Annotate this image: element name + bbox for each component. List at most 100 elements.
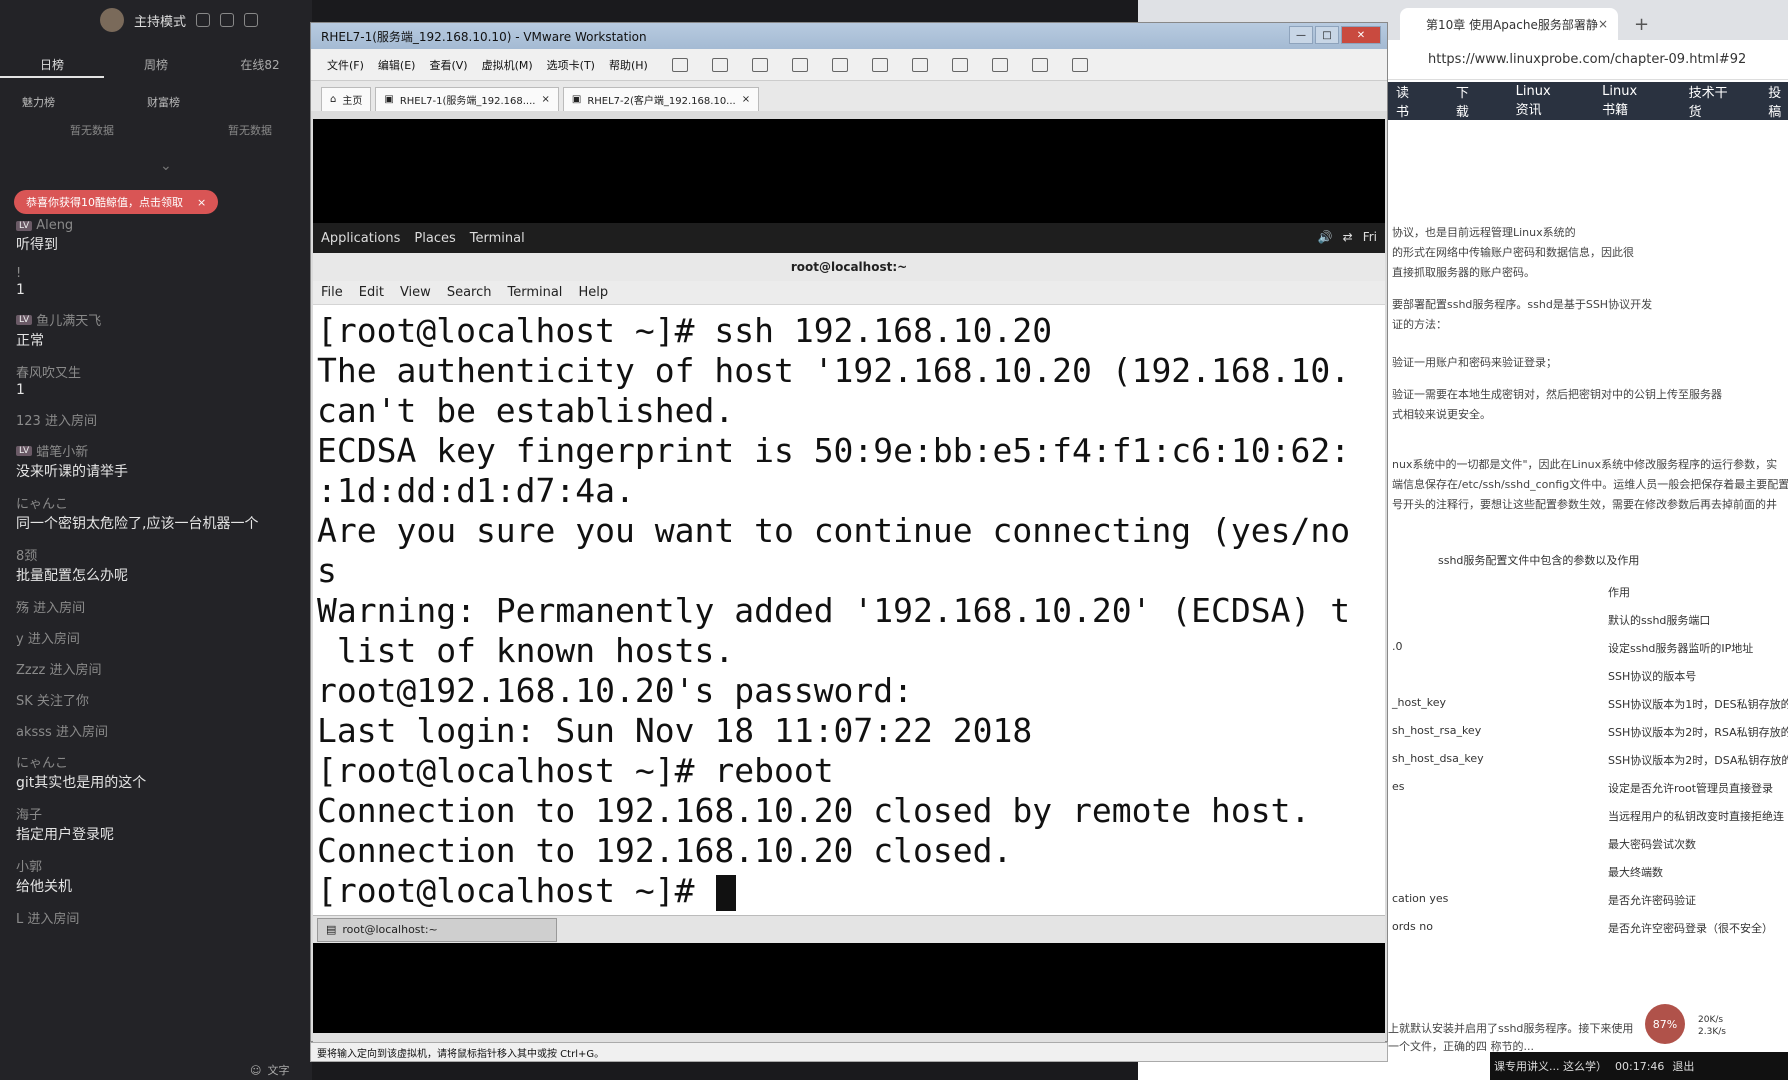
nav-item-news[interactable]: Linux资讯 <box>1516 84 1562 118</box>
reward-notice[interactable]: 恭喜你获得10酷鲸值，点击领取 × <box>14 190 219 214</box>
fullscreen-icon[interactable] <box>951 57 968 72</box>
terminal-output[interactable]: [root@localhost ~]# ssh 192.168.10.20 The… <box>313 305 1385 911</box>
clock[interactable]: Fri <box>1363 230 1377 244</box>
chat-username[interactable]: 春风吹又生 <box>16 362 296 381</box>
tab-rhel7-2[interactable]: ▣ RHEL7-2(客户端_192.168.10... × <box>562 87 760 111</box>
chat-username[interactable]: Zzzz 进入房间 <box>16 659 296 678</box>
library-icon[interactable] <box>871 57 888 72</box>
menu-vm[interactable]: 虚拟机(M) <box>482 57 533 73</box>
taskbar-terminal[interactable]: ▤ root@localhost:~ <box>317 917 557 942</box>
thumbnail-icon[interactable] <box>911 57 928 72</box>
edit-icon[interactable] <box>220 13 235 27</box>
pause-icon[interactable] <box>671 57 688 72</box>
menu-file[interactable]: 文件(F) <box>327 57 364 73</box>
tab-title: 第10章 使用Apache服务部署静 <box>1426 17 1598 32</box>
vmware-title-bar[interactable]: RHEL7-1(服务端_192.168.10.10) - VMware Work… <box>311 23 1387 49</box>
chat-username[interactable]: 8颈 <box>16 545 296 564</box>
close-icon[interactable]: × <box>197 196 206 209</box>
stretch-icon[interactable] <box>1071 57 1088 72</box>
window-title: RHEL7-1(服务端_192.168.10.10) - VMware Work… <box>321 29 647 44</box>
share-icon[interactable] <box>244 13 259 27</box>
emoji-icon[interactable]: ☺ <box>250 1064 261 1077</box>
chat-text: 1 <box>16 282 25 298</box>
close-button[interactable]: ✕ <box>1341 26 1381 44</box>
chat-message: にゃんこ同一个密钥太危险了,应该一台机器一个 <box>16 493 296 533</box>
tab-daily[interactable]: 日榜 <box>0 56 104 78</box>
terminal-menu-help[interactable]: Help <box>578 285 608 300</box>
exit-button[interactable]: 退出 <box>1672 1058 1694 1074</box>
chat-username[interactable]: L 进入房间 <box>16 908 296 927</box>
chat-input[interactable]: ☺ 文字 <box>250 1060 310 1080</box>
chevron-down-icon[interactable]: ⌄ <box>160 158 172 174</box>
close-icon[interactable]: × <box>742 94 750 105</box>
menu-view[interactable]: 查看(V) <box>429 57 467 73</box>
close-icon[interactable]: × <box>541 94 549 105</box>
chat-username[interactable]: 殇 进入房间 <box>16 597 296 616</box>
volume-icon[interactable]: 🔊 <box>1318 230 1333 244</box>
chat-username[interactable]: 海子 <box>16 804 296 823</box>
nav-item-download[interactable]: 下载 <box>1456 82 1476 120</box>
minimize-button[interactable]: — <box>1289 26 1313 44</box>
send-keys-icon[interactable] <box>711 57 728 72</box>
close-icon[interactable]: × <box>1598 17 1608 31</box>
progress-badge[interactable]: 87% <box>1645 1004 1685 1044</box>
vmware-tabs: ⌂ 主页 ▣ RHEL7-1(服务端_192.168.... × ▣ RHEL7-2(客… <box>311 81 1387 111</box>
chat-username[interactable]: LV 蜡笔小新 <box>16 441 296 460</box>
chat-username[interactable]: ! <box>16 266 296 281</box>
chat-username[interactable]: にゃんこ <box>16 752 296 771</box>
menu-help[interactable]: 帮助(H) <box>609 57 648 73</box>
table-cell-desc: 默认的sshd服务端口 <box>1608 614 1711 627</box>
chat-username[interactable]: にゃんこ <box>16 493 296 512</box>
chat-message: LV 鱼儿满天飞 正常 <box>16 310 296 350</box>
chat-message: Zzzz 进入房间 <box>16 659 296 678</box>
tab-weekly[interactable]: 周榜 <box>104 56 208 78</box>
terminal-menu-terminal[interactable]: Terminal <box>507 285 562 300</box>
revert-snapshot-icon[interactable] <box>791 57 808 72</box>
menu-edit[interactable]: 编辑(E) <box>378 57 416 73</box>
chat-username[interactable]: y 进入房间 <box>16 628 296 647</box>
url-text[interactable]: https://www.linuxprobe.com/chapter-09.ht… <box>1428 52 1746 67</box>
chat-username[interactable]: SK 关注了你 <box>16 690 296 709</box>
settings-icon[interactable] <box>196 13 211 27</box>
maximize-button[interactable]: □ <box>1315 26 1339 44</box>
terminal-window[interactable]: root@localhost:~ File Edit View Search T… <box>313 253 1385 915</box>
host-bar: 主持模式 <box>0 0 312 40</box>
console-icon[interactable] <box>1031 57 1048 72</box>
chat-username[interactable]: LV Aleng <box>16 218 296 233</box>
chat-text: 同一个密钥太危险了,应该一台机器一个 <box>16 516 259 532</box>
charm-board-title[interactable]: 魅力榜 <box>22 94 55 110</box>
avatar[interactable] <box>100 8 124 32</box>
terminal-menu-view[interactable]: View <box>400 285 431 300</box>
network-icon[interactable]: ⇄ <box>1343 230 1353 244</box>
nav-item-submit[interactable]: 投稿 <box>1768 82 1788 120</box>
terminal-menu-edit[interactable]: Edit <box>359 285 384 300</box>
terminal-menu-file[interactable]: File <box>321 285 343 300</box>
wealth-board-title[interactable]: 财富榜 <box>147 94 180 110</box>
menu-tabs[interactable]: 选项卡(T) <box>547 57 595 73</box>
tab-online[interactable]: 在线82 <box>208 56 312 78</box>
terminal-line: ECDSA key fingerprint is 50:9e:bb:e5:f4:… <box>317 431 1385 471</box>
chat-username[interactable]: 小郭 <box>16 856 296 875</box>
terminal-app-menu[interactable]: Terminal <box>470 231 525 246</box>
new-tab-button[interactable]: + <box>1634 14 1649 35</box>
unity-icon[interactable] <box>991 57 1008 72</box>
chat-username[interactable]: 123 进入房间 <box>16 410 296 429</box>
nav-item-books[interactable]: Linux书籍 <box>1602 84 1648 118</box>
chat-username[interactable]: aksss 进入房间 <box>16 721 296 740</box>
tab-rhel7-1[interactable]: ▣ RHEL7-1(服务端_192.168.... × <box>375 87 559 111</box>
live-stream-panel: 主持模式 日榜 周榜 在线82 魅力榜 财富榜 暂无数据 暂无数据 ⌄ 恭喜你获… <box>0 0 312 1080</box>
article-line: nux系统中的一切都是文件"，因此在Linux系统中修改服务程序的运行参数，实 <box>1392 458 1778 471</box>
places-menu[interactable]: Places <box>414 231 455 246</box>
nav-item-read[interactable]: 读书 <box>1396 82 1416 120</box>
snapshot-icon[interactable] <box>751 57 768 72</box>
chat-username[interactable]: LV 鱼儿满天飞 <box>16 310 296 329</box>
nav-item-tech[interactable]: 技术干货 <box>1689 82 1729 120</box>
terminal-menu-search[interactable]: Search <box>447 285 492 300</box>
table-cell-desc: 是否允许空密码登录（很不安全） <box>1608 922 1773 935</box>
terminal-line-text: root@192.168.10.20's password: <box>317 671 914 710</box>
applications-menu[interactable]: Applications <box>321 231 400 246</box>
article-line: 上就默认安装并启用了sshd服务程序。接下来使用 <box>1388 1022 1634 1035</box>
browser-tab[interactable]: 第10章 使用Apache服务部署静 × <box>1400 8 1618 40</box>
snapshot-manager-icon[interactable] <box>831 57 848 72</box>
tab-home[interactable]: ⌂ 主页 <box>321 87 372 111</box>
